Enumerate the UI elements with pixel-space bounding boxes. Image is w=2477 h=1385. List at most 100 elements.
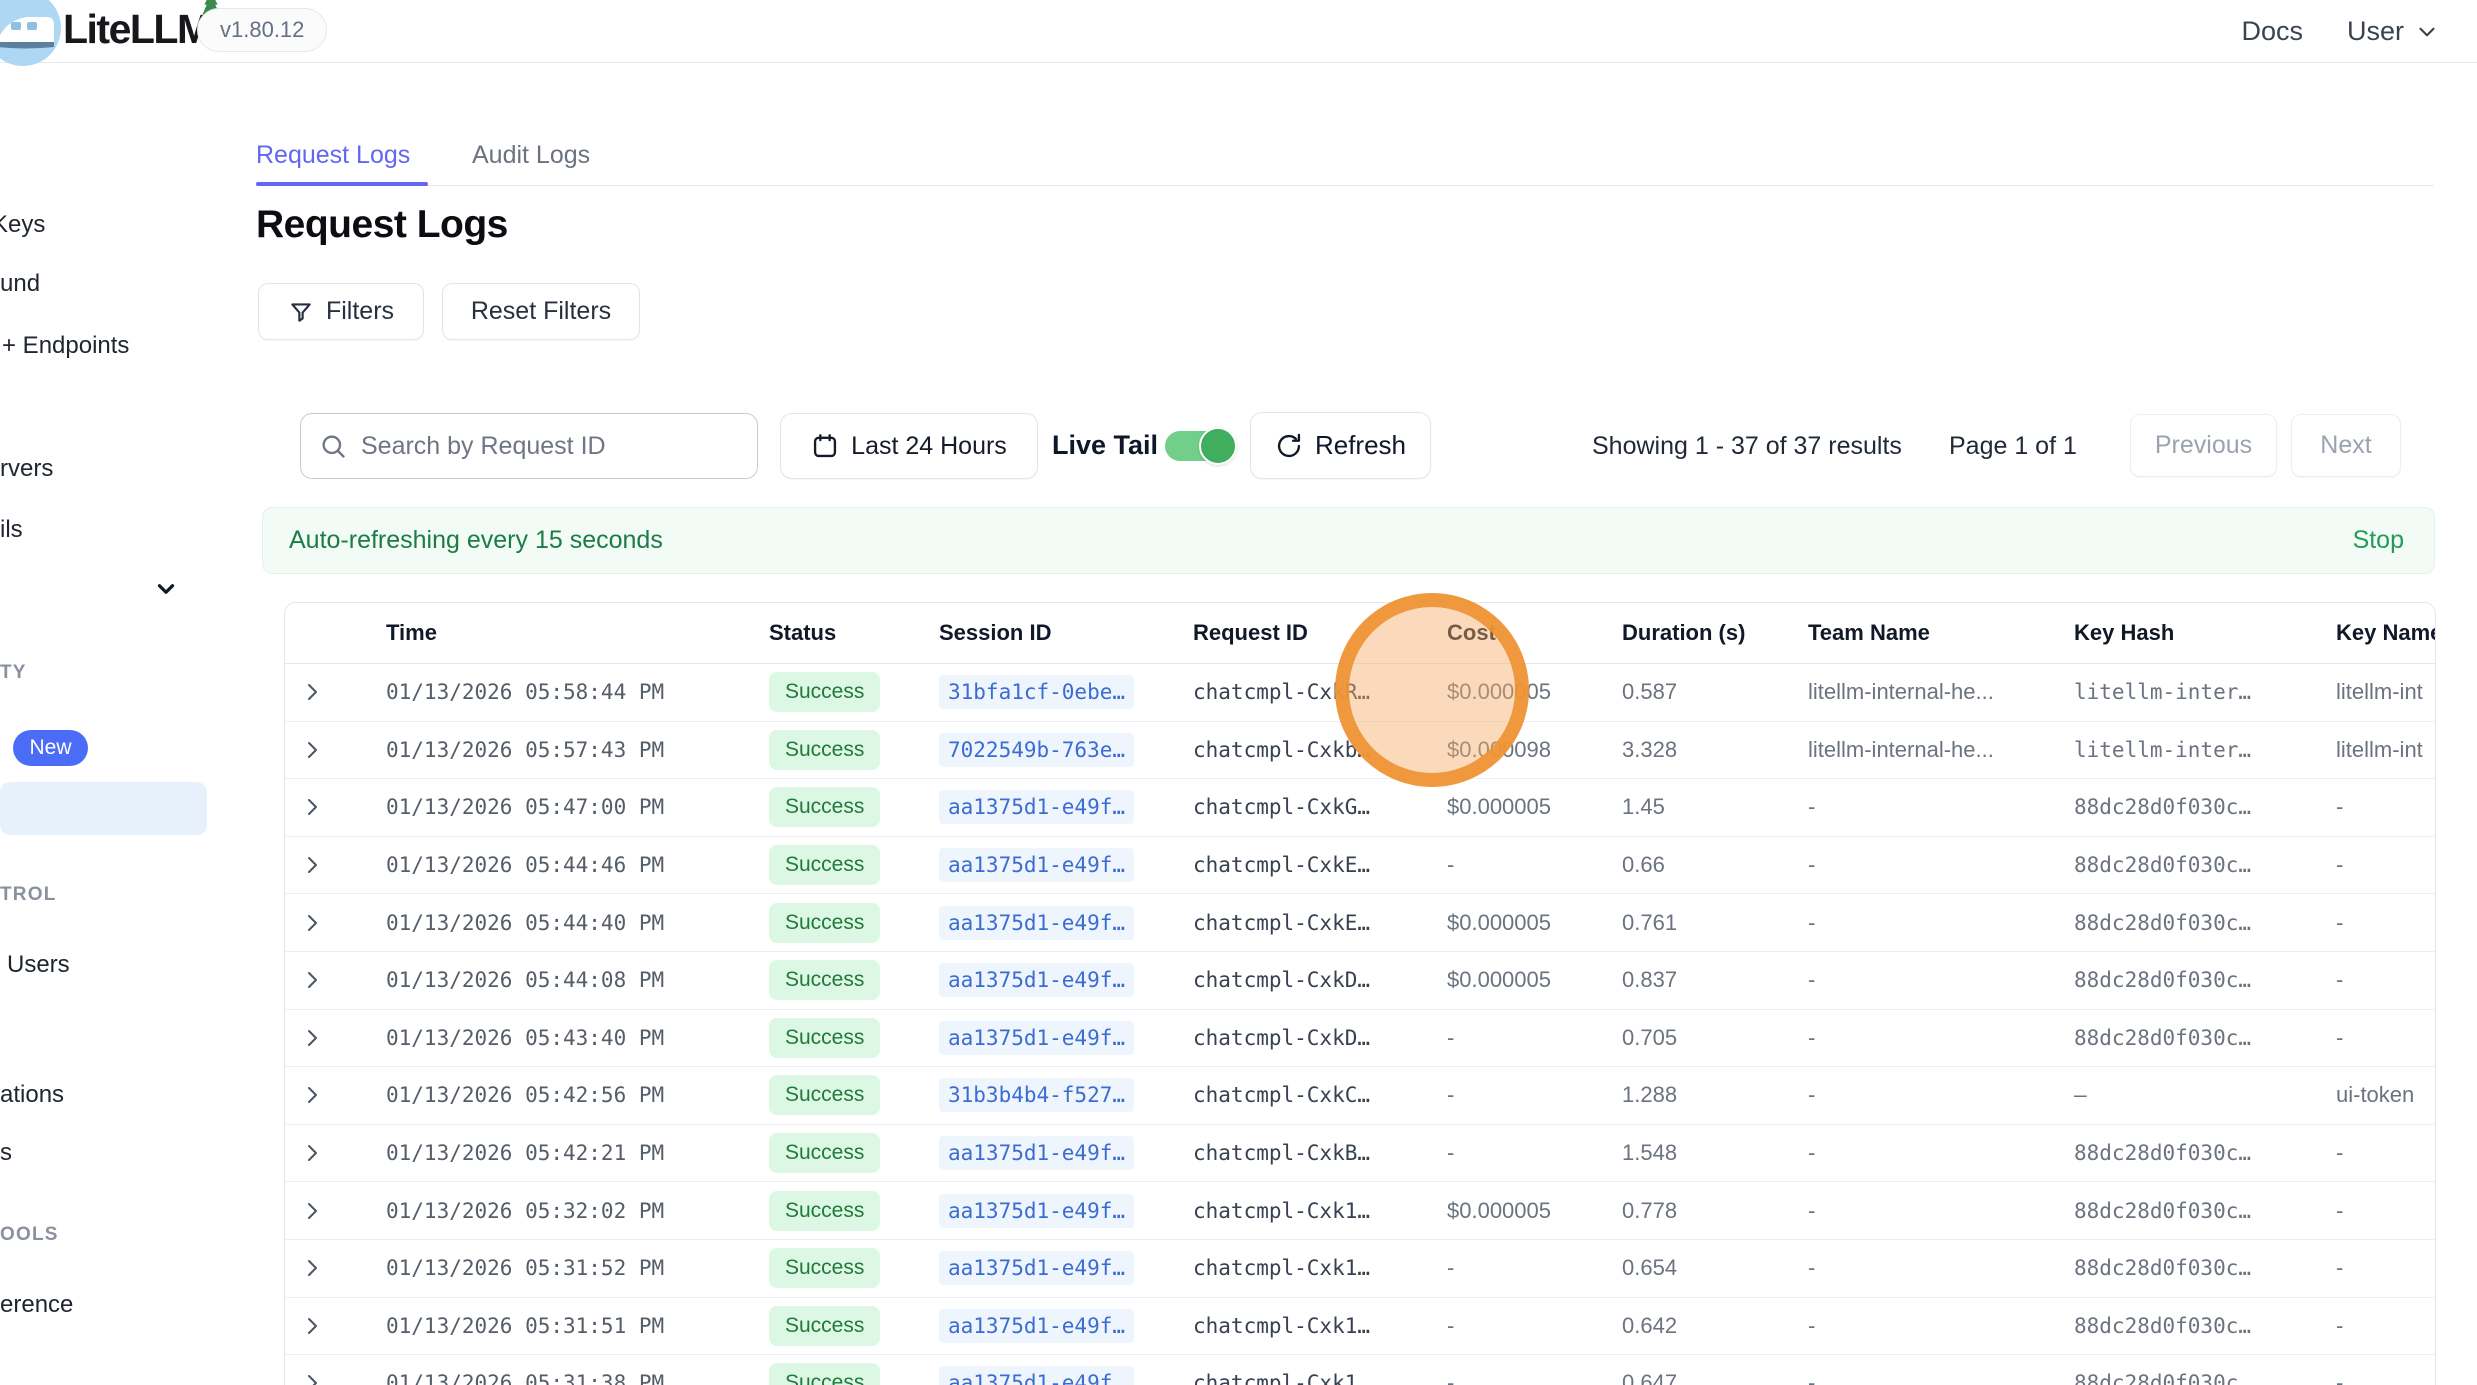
table-row[interactable]: 01/13/2026 05:44:40 PM Success aa1375d1-… bbox=[285, 894, 2435, 952]
expand-row-button[interactable] bbox=[285, 853, 386, 877]
results-summary: Showing 1 - 37 of 37 results bbox=[1592, 432, 1902, 461]
column-header-key-name: Key Name bbox=[2336, 620, 2436, 646]
table-row[interactable]: 01/13/2026 05:44:46 PM Success aa1375d1-… bbox=[285, 837, 2435, 895]
cell-key-name: - bbox=[2336, 1025, 2436, 1051]
table-row[interactable]: 01/13/2026 05:31:52 PM Success aa1375d1-… bbox=[285, 1240, 2435, 1298]
table-row[interactable]: 01/13/2026 05:31:51 PM Success aa1375d1-… bbox=[285, 1298, 2435, 1356]
expand-row-button[interactable] bbox=[285, 738, 386, 762]
session-id-link[interactable]: aa1375d1-e49f… bbox=[939, 1194, 1134, 1228]
table-row[interactable]: 01/13/2026 05:47:00 PM Success aa1375d1-… bbox=[285, 779, 2435, 837]
session-id-link[interactable]: 31b3b4b4-f527… bbox=[939, 1078, 1134, 1112]
session-id-link[interactable]: aa1375d1-e49f… bbox=[939, 848, 1134, 882]
sidebar-item-organizations[interactable]: ations bbox=[0, 1081, 64, 1109]
time-range-label: Last 24 Hours bbox=[851, 432, 1007, 461]
cell-key-name: - bbox=[2336, 910, 2436, 936]
cell-cost: - bbox=[1447, 1313, 1622, 1339]
next-page-button[interactable]: Next bbox=[2291, 414, 2401, 477]
time-range-button[interactable]: Last 24 Hours bbox=[780, 413, 1038, 479]
table-row[interactable]: 01/13/2026 05:43:40 PM Success aa1375d1-… bbox=[285, 1010, 2435, 1068]
user-menu[interactable]: User bbox=[2347, 16, 2440, 47]
expand-row-button[interactable] bbox=[285, 1314, 386, 1338]
expand-row-button[interactable] bbox=[285, 1256, 386, 1280]
cell-status: Success bbox=[769, 960, 939, 1000]
expand-row-button[interactable] bbox=[285, 1199, 386, 1223]
session-id-link[interactable]: aa1375d1-e49f… bbox=[939, 1366, 1134, 1385]
tab-request-logs[interactable]: Request Logs bbox=[256, 141, 410, 170]
table-row[interactable]: 01/13/2026 05:42:56 PM Success 31b3b4b4-… bbox=[285, 1067, 2435, 1125]
cell-key-hash: 88dc28d0f030c… bbox=[2074, 1314, 2336, 1338]
brand-title: LiteLLM bbox=[63, 6, 210, 53]
session-id-link[interactable]: aa1375d1-e49f… bbox=[939, 1021, 1134, 1055]
session-id-link[interactable]: aa1375d1-e49f… bbox=[939, 963, 1134, 997]
session-id-link[interactable]: aa1375d1-e49f… bbox=[939, 906, 1134, 940]
table-row[interactable]: 01/13/2026 05:58:44 PM Success 31bfa1cf-… bbox=[285, 664, 2435, 722]
cell-team-name: - bbox=[1808, 1255, 2074, 1281]
live-tail-toggle[interactable] bbox=[1165, 431, 1233, 461]
column-header-team-name: Team Name bbox=[1808, 620, 2074, 646]
filters-label: Filters bbox=[326, 297, 394, 326]
cell-time: 01/13/2026 05:47:00 PM bbox=[386, 795, 769, 819]
expand-row-button[interactable] bbox=[285, 968, 386, 992]
table-row[interactable]: 01/13/2026 05:57:43 PM Success 7022549b-… bbox=[285, 722, 2435, 780]
sidebar-item-models-endpoints[interactable]: + Endpoints bbox=[2, 332, 129, 360]
chevron-right-icon bbox=[300, 795, 324, 819]
reset-filters-button[interactable]: Reset Filters bbox=[442, 283, 640, 340]
filters-button[interactable]: Filters bbox=[258, 283, 424, 340]
cell-session-id: aa1375d1-e49f… bbox=[939, 906, 1193, 940]
cell-session-id: aa1375d1-e49f… bbox=[939, 790, 1193, 824]
chevron-right-icon bbox=[300, 1199, 324, 1223]
previous-page-button[interactable]: Previous bbox=[2130, 414, 2277, 477]
status-badge: Success bbox=[769, 672, 880, 712]
cell-duration: 0.642 bbox=[1622, 1313, 1808, 1339]
cell-duration: 0.654 bbox=[1622, 1255, 1808, 1281]
new-badge[interactable]: New bbox=[13, 730, 88, 766]
cell-key-name: - bbox=[2336, 1313, 2436, 1339]
session-id-link[interactable]: 7022549b-763e… bbox=[939, 733, 1134, 767]
cell-status: Success bbox=[769, 903, 939, 943]
refresh-button[interactable]: Refresh bbox=[1250, 412, 1431, 479]
sidebar-item-api-reference[interactable]: erence bbox=[0, 1291, 73, 1319]
expand-row-button[interactable] bbox=[285, 1141, 386, 1165]
sidebar-item-playground[interactable]: und bbox=[0, 270, 40, 298]
stop-auto-refresh-link[interactable]: Stop bbox=[2353, 526, 2404, 555]
docs-link[interactable]: Docs bbox=[2241, 16, 2303, 47]
expand-row-button[interactable] bbox=[285, 1083, 386, 1107]
expand-row-button[interactable] bbox=[285, 795, 386, 819]
sidebar-item-virtual-keys[interactable]: Keys bbox=[0, 211, 45, 239]
cell-session-id: aa1375d1-e49f… bbox=[939, 1136, 1193, 1170]
sidebar-item-teams[interactable]: s bbox=[0, 1139, 12, 1167]
search-request-id-box bbox=[300, 413, 758, 479]
expand-row-button[interactable] bbox=[285, 911, 386, 935]
chevron-down-icon bbox=[2414, 19, 2440, 45]
cell-cost: $0.000005 bbox=[1447, 1198, 1622, 1224]
sidebar-expand-chevron-icon[interactable] bbox=[153, 576, 179, 602]
session-id-link[interactable]: 31bfa1cf-0ebe… bbox=[939, 675, 1134, 709]
cell-status: Success bbox=[769, 672, 939, 712]
table-row[interactable]: 01/13/2026 05:42:21 PM Success aa1375d1-… bbox=[285, 1125, 2435, 1183]
cell-duration: 0.587 bbox=[1622, 679, 1808, 705]
sidebar-item-guardrails[interactable]: ils bbox=[0, 516, 23, 544]
cell-key-hash: – bbox=[2074, 1083, 2336, 1107]
cell-request-id: chatcmpl-Cxk1… bbox=[1193, 1371, 1447, 1385]
sidebar-item-mcp-servers[interactable]: rvers bbox=[0, 455, 53, 483]
status-badge: Success bbox=[769, 845, 880, 885]
cell-status: Success bbox=[769, 1248, 939, 1288]
table-row[interactable]: 01/13/2026 05:32:02 PM Success aa1375d1-… bbox=[285, 1182, 2435, 1240]
cell-request-id: chatcmpl-CxkC… bbox=[1193, 1083, 1447, 1107]
table-row[interactable]: 01/13/2026 05:44:08 PM Success aa1375d1-… bbox=[285, 952, 2435, 1010]
table-row[interactable]: 01/13/2026 05:31:38 PM Success aa1375d1-… bbox=[285, 1355, 2435, 1385]
search-input[interactable] bbox=[361, 432, 739, 461]
chevron-right-icon bbox=[300, 968, 324, 992]
expand-row-button[interactable] bbox=[285, 1026, 386, 1050]
expand-row-button[interactable] bbox=[285, 1371, 386, 1385]
status-badge: Success bbox=[769, 1363, 880, 1385]
session-id-link[interactable]: aa1375d1-e49f… bbox=[939, 790, 1134, 824]
expand-row-button[interactable] bbox=[285, 680, 386, 704]
session-id-link[interactable]: aa1375d1-e49f… bbox=[939, 1251, 1134, 1285]
cell-key-hash: 88dc28d0f030c… bbox=[2074, 1141, 2336, 1165]
sidebar-item-internal-users[interactable]: Users bbox=[7, 951, 70, 979]
session-id-link[interactable]: aa1375d1-e49f… bbox=[939, 1309, 1134, 1343]
session-id-link[interactable]: aa1375d1-e49f… bbox=[939, 1136, 1134, 1170]
sidebar-item-logs-active[interactable] bbox=[0, 782, 207, 835]
tab-audit-logs[interactable]: Audit Logs bbox=[472, 141, 590, 170]
